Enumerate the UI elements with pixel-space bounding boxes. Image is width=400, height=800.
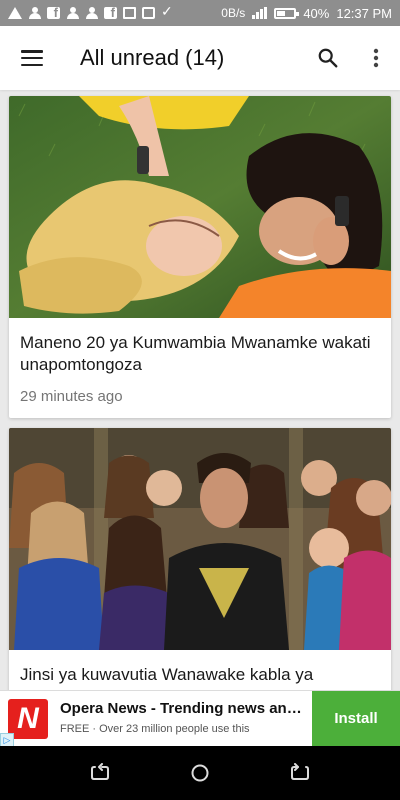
back-button[interactable] xyxy=(280,753,320,793)
home-button[interactable] xyxy=(180,753,220,793)
recents-button[interactable] xyxy=(80,753,120,793)
network-speed: 0B/s xyxy=(221,6,246,20)
hamburger-icon xyxy=(21,50,43,66)
article-feed: Maneno 20 ya Kumwambia Mwanamke wakati u… xyxy=(0,90,400,690)
opera-news-logo: N xyxy=(8,699,48,739)
article-card[interactable]: Jinsi ya kuwavutia Wanawake kabla ya xyxy=(9,428,391,690)
app-bar: All unread (14) xyxy=(0,26,400,90)
article-card[interactable]: Maneno 20 ya Kumwambia Mwanamke wakati u… xyxy=(9,96,391,418)
image-icon xyxy=(142,7,155,19)
page-title: All unread (14) xyxy=(80,45,225,70)
clock: 12:37 PM xyxy=(336,5,392,21)
article-title[interactable]: Jinsi ya kuwavutia Wanawake kabla ya xyxy=(20,664,379,686)
status-bar: 0B/s 40% 12:37 PM xyxy=(0,0,400,26)
signal-icon xyxy=(252,7,268,19)
notification-icons xyxy=(8,3,174,20)
more-vert-icon xyxy=(373,48,379,68)
home-icon xyxy=(191,764,209,782)
ad-subtitle: FREE · Over 23 million people use this xyxy=(60,723,250,735)
article-timestamp: 29 minutes ago xyxy=(20,388,123,405)
search-icon xyxy=(318,48,338,68)
battery-level: 40% xyxy=(303,5,330,21)
person-icon xyxy=(85,7,98,19)
system-nav-bar xyxy=(0,746,400,800)
article-title[interactable]: Maneno 20 ya Kumwambia Mwanamke wakati u… xyxy=(20,332,379,376)
warning-icon xyxy=(8,7,22,19)
article-image[interactable] xyxy=(9,96,391,318)
facebook-icon xyxy=(47,5,60,20)
menu-button[interactable] xyxy=(0,26,64,90)
ad-banner[interactable]: N ▷ Opera News - Trending news and ... F… xyxy=(0,690,400,747)
search-button[interactable] xyxy=(304,34,352,82)
ad-app-logo[interactable]: N ▷ xyxy=(0,691,56,747)
person-icon xyxy=(28,7,41,19)
couple-on-grass-photo xyxy=(9,96,391,318)
person-icon xyxy=(66,7,79,19)
ad-title[interactable]: Opera News - Trending news and ... xyxy=(60,700,308,717)
back-icon xyxy=(291,763,309,780)
battery-icon xyxy=(274,7,300,19)
check-icon xyxy=(161,3,174,20)
article-image[interactable] xyxy=(9,428,391,650)
recents-icon xyxy=(91,763,109,780)
ad-choices-icon[interactable]: ▷ xyxy=(0,733,14,747)
install-button[interactable]: Install xyxy=(312,691,400,746)
group-photo xyxy=(9,428,391,650)
more-options-button[interactable] xyxy=(352,34,400,82)
mail-icon xyxy=(123,7,136,19)
facebook-icon xyxy=(104,5,117,20)
